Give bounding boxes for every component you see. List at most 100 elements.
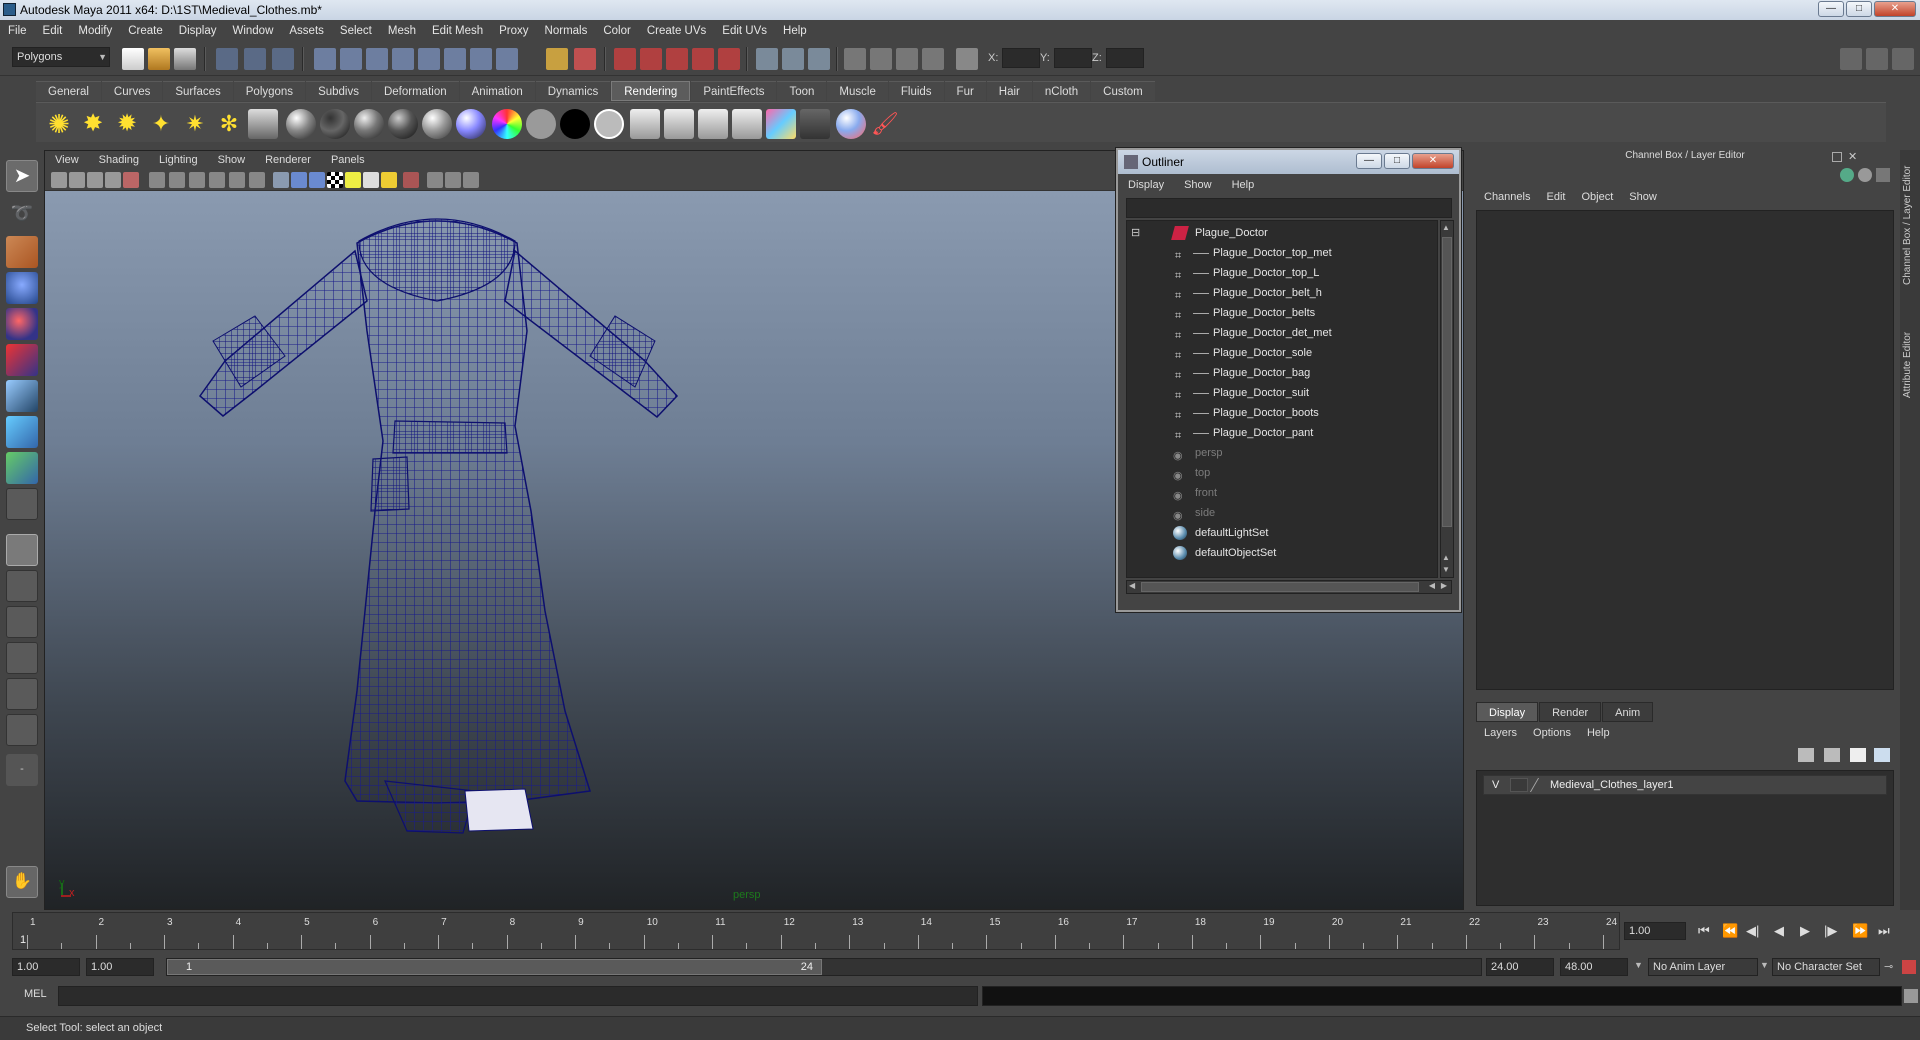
layer-tab-anim[interactable]: Anim	[1602, 702, 1654, 722]
lasso-selection-tool-icon[interactable]: ✋	[6, 866, 38, 898]
scroll-thumb[interactable]	[1442, 237, 1452, 527]
point-light-icon[interactable]: ✹	[112, 109, 142, 139]
transform-field-icon[interactable]	[956, 48, 978, 70]
history-icon[interactable]	[470, 48, 492, 70]
high-quality-icon[interactable]	[381, 172, 397, 188]
menu-edit-mesh[interactable]: Edit Mesh	[424, 20, 491, 42]
shelf-tab-painteffects[interactable]: PaintEffects	[691, 81, 777, 101]
layer-tab-display[interactable]: Display	[1476, 702, 1539, 722]
phong-material-icon[interactable]	[354, 109, 384, 139]
time-slider[interactable]: 1 2 3 4 5 6 7 8 9 10 11 12 13 14 15 16 17 18 19 20 21 22 23 24	[12, 912, 1620, 950]
snap-grid-icon[interactable]	[314, 48, 336, 70]
preferences-icon[interactable]	[1902, 960, 1916, 974]
side-tab-attribute-editor[interactable]: Attribute Editor	[1902, 310, 1918, 420]
single-pane-layout-icon[interactable]	[6, 534, 38, 566]
new-scene-icon[interactable]	[122, 48, 144, 70]
lambert-material-icon[interactable]	[320, 109, 350, 139]
menu-modify[interactable]: Modify	[70, 20, 120, 42]
scroll-down-icon[interactable]: ▼	[1442, 565, 1452, 575]
render-view-icon[interactable]	[756, 48, 778, 70]
shadows-icon[interactable]	[363, 172, 379, 188]
channel-menu-show[interactable]: Show	[1621, 186, 1665, 208]
outliner-item-child[interactable]: ⌗ Plague_Doctor_belt_h	[1127, 283, 1437, 303]
outliner-item-camera[interactable]: ◉ side	[1127, 503, 1437, 523]
menu-create-uvs[interactable]: Create UVs	[639, 20, 714, 42]
lasso-tool-icon[interactable]: ➰	[6, 198, 38, 230]
outliner-item-camera[interactable]: ◉ persp	[1127, 443, 1437, 463]
wireframe-on-shaded-icon[interactable]	[309, 172, 325, 188]
snap-curve-icon[interactable]	[340, 48, 362, 70]
range-slider[interactable]: 1 24	[166, 958, 1482, 976]
construction-history-icon[interactable]	[546, 48, 568, 70]
shelf-tab-fur[interactable]: Fur	[944, 81, 986, 101]
input-output-icon[interactable]	[574, 48, 596, 70]
hscroll-thumb[interactable]	[1141, 582, 1419, 592]
outliner-item-child[interactable]: ⌗ Plague_Doctor_boots	[1127, 403, 1437, 423]
snap-view-icon[interactable]	[444, 48, 466, 70]
film-gate-icon[interactable]	[169, 172, 185, 188]
step-forward-key-icon[interactable]: ⏩	[1852, 923, 1868, 939]
menu-select[interactable]: Select	[332, 20, 380, 42]
range-handle[interactable]: 1 24	[167, 959, 822, 975]
render-view-shelf-icon[interactable]	[630, 109, 660, 139]
menu-assets[interactable]: Assets	[281, 20, 332, 42]
channel-menu-channels[interactable]: Channels	[1476, 186, 1538, 208]
mel-label[interactable]: MEL	[24, 988, 47, 1000]
layer-menu-help[interactable]: Help	[1579, 722, 1618, 744]
outliner-item-child[interactable]: ⌗ Plague_Doctor_top_L	[1127, 263, 1437, 283]
key-icon[interactable]: ⊸	[1884, 960, 1898, 974]
volume-light-icon[interactable]: ✻	[214, 109, 244, 139]
current-time-field[interactable]: 1.00	[1624, 922, 1686, 940]
brush-icon[interactable]: 🖌	[870, 109, 900, 139]
outliner-filter-field[interactable]	[1126, 198, 1452, 218]
toggle-channel-box-icon[interactable]	[1892, 48, 1914, 70]
menu-display[interactable]: Display	[171, 20, 225, 42]
anim-layer-dropdown[interactable]: No Anim Layer	[1648, 958, 1758, 976]
scroll-right-icon[interactable]: ▶	[1441, 581, 1447, 590]
menu-normals[interactable]: Normals	[537, 20, 596, 42]
render-current-shelf-icon[interactable]	[664, 109, 694, 139]
menu-edit-uvs[interactable]: Edit UVs	[714, 20, 775, 42]
move-layer-up-icon[interactable]	[1798, 748, 1814, 762]
outliner-horizontal-scrollbar[interactable]: ◀ ◀ ▶	[1126, 580, 1452, 594]
outliner-vertical-scrollbar[interactable]: ▲ ▲ ▼	[1440, 220, 1454, 578]
float-panel-icon[interactable]	[1832, 152, 1842, 162]
use-background-icon[interactable]	[560, 109, 590, 139]
layered-shader-icon[interactable]	[456, 109, 486, 139]
toggle-attribute-editor-icon[interactable]	[1840, 48, 1862, 70]
menu-mesh[interactable]: Mesh	[380, 20, 424, 42]
menu-color[interactable]: Color	[595, 20, 638, 42]
scroll-up-icon[interactable]: ▲	[1442, 223, 1452, 233]
open-scene-icon[interactable]	[148, 48, 170, 70]
outliner-item-child[interactable]: ⌗ Plague_Doctor_det_met	[1127, 323, 1437, 343]
safe-action-icon[interactable]	[249, 172, 265, 188]
last-tool-used-icon[interactable]	[6, 488, 38, 520]
magnet-curve-icon[interactable]	[640, 48, 662, 70]
magnet-point-icon[interactable]	[666, 48, 688, 70]
soft-modification-icon[interactable]	[6, 416, 38, 448]
scroll-left-icon[interactable]: ◀	[1129, 581, 1135, 590]
step-back-key-icon[interactable]: ⏪	[1722, 923, 1738, 939]
outliner-menu-display[interactable]: Display	[1118, 174, 1174, 196]
paint-select-tool-icon[interactable]	[6, 236, 38, 268]
step-forward-frame-icon[interactable]: |▶	[1824, 923, 1837, 939]
playback-end-field[interactable]: 24.00	[1486, 958, 1554, 976]
surface-shader-icon[interactable]	[526, 109, 556, 139]
menu-proxy[interactable]: Proxy	[491, 20, 536, 42]
maximize-button[interactable]: □	[1846, 1, 1872, 17]
backface-icon[interactable]	[463, 172, 479, 188]
universal-manipulator-icon[interactable]	[6, 380, 38, 412]
blinn-material-icon[interactable]	[286, 109, 316, 139]
shelf-tab-muscle[interactable]: Muscle	[827, 81, 888, 101]
menu-edit[interactable]: Edit	[35, 20, 71, 42]
layer-color-swatch[interactable]	[1529, 778, 1551, 792]
select-component-icon[interactable]	[272, 48, 294, 70]
resolution-gate-icon[interactable]	[189, 172, 205, 188]
bookmark-icon[interactable]	[87, 172, 103, 188]
viewport-menu-view[interactable]: View	[45, 151, 89, 169]
xray-joints-icon[interactable]	[445, 172, 461, 188]
expand-layouts-icon[interactable]: -	[6, 754, 38, 786]
outliner-minimize-button[interactable]: —	[1356, 153, 1382, 169]
outliner-maximize-button[interactable]: □	[1384, 153, 1410, 169]
image-plane-icon[interactable]	[105, 172, 121, 188]
